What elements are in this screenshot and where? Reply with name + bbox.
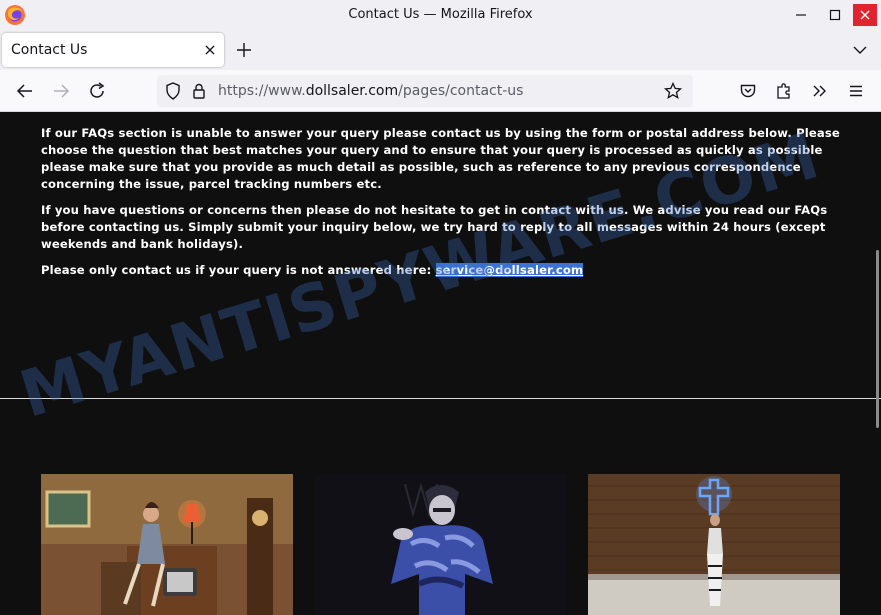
- gallery-image-1[interactable]: [41, 474, 293, 615]
- tab-contact-us[interactable]: Contact Us: [2, 33, 224, 67]
- url-bar[interactable]: https://www.dollsaler.com/pages/contact-…: [157, 75, 693, 107]
- tab-label: Contact Us: [11, 42, 88, 58]
- back-arrow-icon[interactable]: [15, 81, 35, 101]
- more-tools-chevron-icon[interactable]: [810, 81, 830, 101]
- close-window-button[interactable]: [851, 0, 879, 30]
- title-bar: Contact Us — Mozilla Firefox: [0, 0, 881, 30]
- url-domain: dollsaler.com: [305, 83, 399, 99]
- contact-paragraph: Please only contact us if your query is …: [41, 262, 847, 279]
- extensions-puzzle-icon[interactable]: [774, 81, 794, 101]
- gallery-image-2[interactable]: [315, 474, 566, 615]
- url-prefix: https://www.: [218, 83, 306, 99]
- url-path: /pages/contact-us: [398, 83, 524, 99]
- tab-strip: Contact Us: [0, 30, 881, 70]
- gallery-image-3-art: [588, 474, 840, 615]
- reload-icon[interactable]: [87, 81, 107, 101]
- section-divider: [0, 398, 881, 399]
- maximize-icon: [829, 9, 841, 21]
- lock-icon[interactable]: [189, 81, 209, 101]
- navigation-bar: https://www.dollsaler.com/pages/contact-…: [0, 70, 881, 112]
- new-tab-icon[interactable]: [234, 40, 254, 60]
- gallery-image-2-art: [315, 474, 566, 615]
- hamburger-menu-icon[interactable]: [846, 81, 866, 101]
- close-icon: [860, 10, 870, 20]
- maximize-button[interactable]: [818, 0, 852, 30]
- minimize-icon: [796, 14, 806, 16]
- list-all-tabs-icon[interactable]: [850, 40, 870, 60]
- email-link[interactable]: service@dollsaler.com: [435, 263, 584, 277]
- minimize-button[interactable]: [784, 0, 818, 30]
- window-title: Contact Us — Mozilla Firefox: [348, 7, 533, 22]
- forward-arrow-icon[interactable]: [51, 81, 71, 101]
- bookmark-star-icon[interactable]: [663, 81, 683, 101]
- page-viewport: If our FAQs section is unable to answer …: [0, 112, 881, 615]
- shield-icon[interactable]: [163, 81, 183, 101]
- questions-paragraph: If you have questions or concerns then p…: [41, 203, 828, 251]
- page-scrollbar[interactable]: [876, 250, 879, 428]
- tab-close-icon[interactable]: [202, 42, 218, 58]
- contact-text: Please only contact us if your query is …: [41, 263, 436, 277]
- intro-paragraph: If our FAQs section is unable to answer …: [41, 126, 840, 191]
- url-text[interactable]: https://www.dollsaler.com/pages/contact-…: [218, 83, 523, 99]
- pocket-icon[interactable]: [738, 81, 758, 101]
- gallery-image-1-art: [41, 474, 293, 615]
- contact-content: If our FAQs section is unable to answer …: [41, 125, 847, 288]
- gallery-image-3[interactable]: [588, 474, 840, 615]
